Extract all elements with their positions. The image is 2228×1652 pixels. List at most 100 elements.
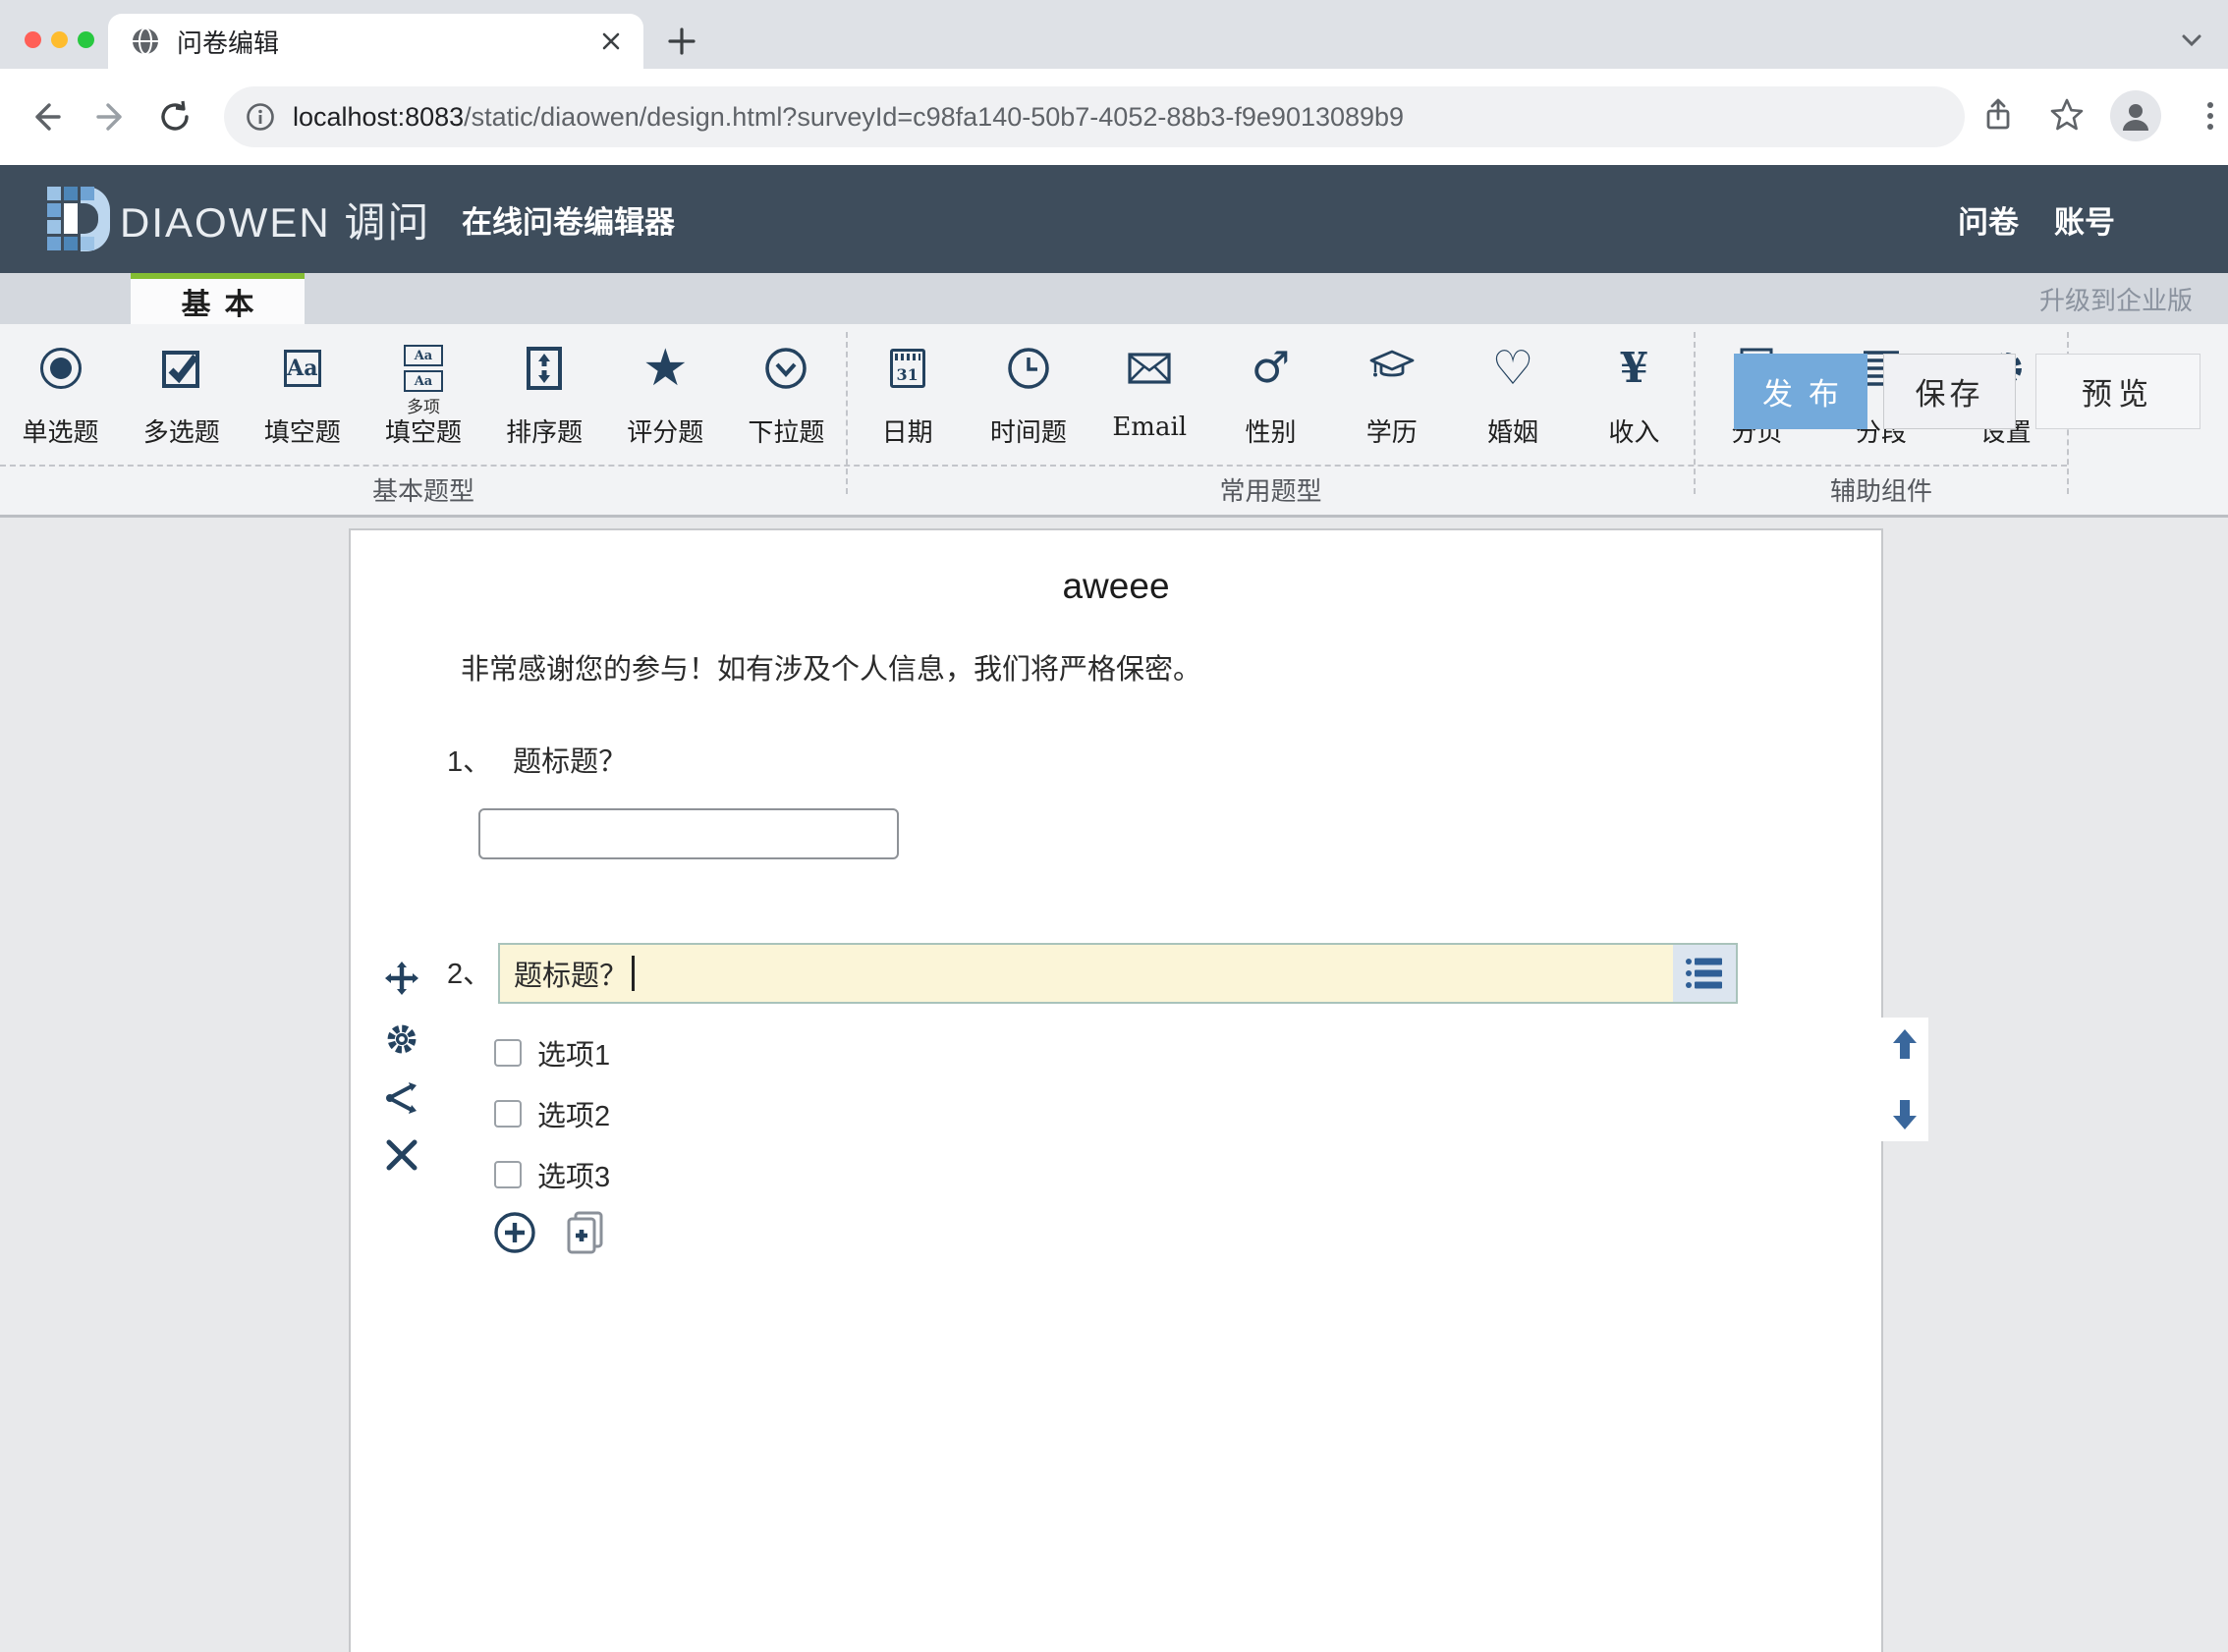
tool-single-choice[interactable]: 单选题	[4, 330, 118, 449]
caption-basic-types: 基本题型	[0, 471, 847, 508]
option-checkbox[interactable]	[494, 1039, 522, 1067]
reload-button[interactable]	[157, 99, 193, 135]
tool-multi-fill-blank[interactable]: Aa Aa 多项填空题	[366, 330, 480, 449]
preview-button[interactable]: 预览	[2035, 354, 2200, 429]
url-path: /static/diaowen/design.html?surveyId=c98…	[464, 102, 1404, 132]
move-up-arrow[interactable]	[1891, 1027, 1919, 1061]
profile-avatar[interactable]	[2110, 90, 2161, 141]
app-title: 在线问卷编辑器	[462, 165, 675, 273]
option-label: 选项3	[537, 1154, 610, 1195]
new-tab-button[interactable]	[664, 24, 699, 59]
browser-toolbar: localhost:8083/static/diaowen/design.htm…	[0, 69, 2228, 167]
calendar-icon: 31	[890, 349, 925, 388]
design-canvas: aweee 非常感谢您的参与！如有涉及个人信息，我们将严格保密。 1、题标题？	[0, 518, 2228, 1652]
tool-multi-choice[interactable]: 多选题	[125, 330, 239, 449]
upgrade-link[interactable]: 升级到企业版	[2039, 273, 2193, 324]
option-row-1: 选项1	[494, 1035, 610, 1071]
toolbar-divider	[846, 332, 848, 494]
ribbon-tab-strip: 基本 升级到企业版	[0, 273, 2228, 324]
site-info-icon[interactable]	[246, 102, 275, 132]
toolbar-caption-divider	[0, 465, 2067, 467]
marriage-heart-icon: ♡	[1492, 345, 1534, 392]
tool-marriage[interactable]: ♡ 婚姻	[1456, 330, 1570, 449]
browser-window: 问卷编辑 localhost:808	[0, 0, 2228, 1652]
checkbox-icon	[162, 349, 201, 388]
brand-name: DIAOWEN 调问	[120, 165, 430, 273]
bulleted-list-icon	[1683, 954, 1726, 993]
toolbar-divider	[1694, 332, 1696, 494]
save-button[interactable]: 保存	[1883, 354, 2016, 429]
question-title-editor[interactable]: 题标题？	[498, 943, 1675, 1004]
url-text: localhost:8083/static/diaowen/design.htm…	[293, 102, 1404, 133]
browser-menu-icon[interactable]	[2193, 98, 2228, 134]
income-yen-icon: ¥	[1620, 348, 1648, 389]
tool-income[interactable]: ¥ 收入	[1577, 330, 1691, 449]
option-checkbox[interactable]	[494, 1161, 522, 1188]
tool-education[interactable]: 学历	[1335, 330, 1449, 449]
tab-list-chevron-icon[interactable]	[2177, 26, 2206, 55]
star-icon: ★	[642, 343, 689, 394]
option-row-3: 选项3	[494, 1157, 610, 1192]
option-label: 选项1	[537, 1032, 610, 1074]
tool-time[interactable]: 时间题	[972, 330, 1086, 449]
app-header: DIAOWEN 调问 在线问卷编辑器 问卷 账号	[0, 165, 2228, 273]
caption-common-types: 常用题型	[847, 471, 1695, 508]
email-icon	[1127, 349, 1172, 388]
forward-button[interactable]	[94, 99, 130, 135]
diaowen-logo	[47, 185, 112, 253]
caption-aux-components: 辅助组件	[1695, 471, 2068, 508]
survey-title[interactable]: aweee	[351, 566, 1881, 607]
option-checkbox[interactable]	[494, 1100, 522, 1128]
tool-sort[interactable]: 排序题	[487, 330, 601, 449]
url-host: localhost:8083	[293, 102, 464, 132]
option-list-button[interactable]	[1673, 943, 1738, 1004]
tab-title: 问卷编辑	[177, 24, 279, 60]
traffic-light-zoom-button[interactable]	[78, 31, 94, 48]
tool-rating[interactable]: ★ 评分题	[608, 330, 722, 449]
survey-welcome-text[interactable]: 非常感谢您的参与！如有涉及个人信息，我们将严格保密。	[461, 646, 1201, 688]
tool-email[interactable]: Email	[1092, 330, 1206, 442]
gender-icon: ♂	[1252, 347, 1290, 390]
batch-add-options-icon[interactable]	[563, 1210, 608, 1255]
nav-survey[interactable]: 问卷	[1958, 197, 2019, 242]
tab-basic[interactable]: 基本	[131, 273, 305, 324]
nav-account[interactable]: 账号	[2054, 197, 2115, 242]
option-row-2: 选项2	[494, 1096, 610, 1131]
question-toolbar: 单选题 多选题 Aa 填空题 Aa Aa 多	[0, 324, 2228, 518]
address-bar[interactable]: localhost:8083/static/diaowen/design.htm…	[224, 86, 1965, 147]
tool-dropdown[interactable]: 下拉题	[729, 330, 843, 449]
tool-fill-blank[interactable]: Aa 填空题	[246, 330, 360, 449]
logic-share-icon[interactable]	[384, 1080, 419, 1116]
section-common-types: 31 日期 时间题 Email	[847, 330, 1695, 468]
delete-question-icon[interactable]	[384, 1137, 419, 1173]
sort-icon	[527, 347, 562, 390]
tab-close-icon[interactable]	[600, 30, 622, 52]
bookmark-star-icon[interactable]	[2049, 97, 2085, 133]
survey-panel: aweee 非常感谢您的参与！如有涉及个人信息，我们将严格保密。 1、题标题？	[349, 528, 1883, 1652]
browser-tab-bar: 问卷编辑	[0, 0, 2228, 69]
question-number: 1、	[447, 746, 491, 778]
move-down-arrow[interactable]	[1891, 1098, 1919, 1131]
share-button[interactable]	[1980, 97, 2016, 133]
editor-text: 题标题？	[514, 953, 628, 994]
question-1-answer-input[interactable]	[478, 808, 899, 859]
traffic-light-close-button[interactable]	[25, 31, 41, 48]
section-basic-types: 单选题 多选题 Aa 填空题 Aa Aa 多	[0, 330, 847, 468]
add-option-icon[interactable]	[492, 1210, 537, 1255]
tool-date[interactable]: 31 日期	[851, 330, 965, 449]
radio-icon	[40, 348, 82, 389]
clock-icon	[1007, 347, 1050, 390]
tool-gender[interactable]: ♂ 性别	[1213, 330, 1327, 449]
question-title: 题标题？	[513, 746, 627, 778]
traffic-light-minimize-button[interactable]	[51, 31, 68, 48]
move-handle-icon[interactable]	[384, 961, 419, 996]
text-caret	[632, 956, 635, 991]
back-button[interactable]	[28, 99, 63, 135]
question-1-title-row[interactable]: 1、题标题？	[447, 739, 627, 780]
browser-tab[interactable]: 问卷编辑	[108, 14, 643, 69]
question-settings-gear-icon[interactable]	[384, 1021, 419, 1057]
dropdown-icon	[764, 347, 808, 390]
education-icon	[1368, 348, 1416, 389]
publish-button[interactable]: 发布	[1734, 354, 1867, 429]
favicon-globe-icon	[132, 28, 159, 55]
